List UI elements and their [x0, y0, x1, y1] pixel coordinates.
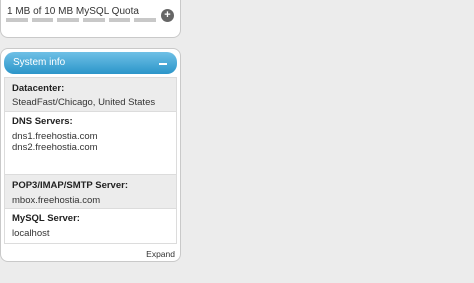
dns-servers-label: DNS Servers:	[12, 116, 73, 127]
mysql-quota-bar	[6, 18, 157, 22]
quota-bar-segment	[134, 18, 157, 22]
quota-bar-segment	[108, 18, 131, 22]
system-info-panel: System info Datacenter: SteadFast/Chicag…	[0, 48, 181, 262]
dns-server-2: dns2.freehostia.com	[12, 142, 98, 153]
mysql-quota-text: 1 MB of 10 MB MySQL Quota	[7, 6, 139, 17]
page: 1 MB of 10 MB MySQL Quota + System info …	[0, 0, 474, 283]
mail-server-row: POP3/IMAP/SMTP Server: mbox.freehostia.c…	[5, 175, 176, 209]
datacenter-value: SteadFast/Chicago, United States	[12, 97, 156, 108]
mysql-quota-panel: 1 MB of 10 MB MySQL Quota +	[0, 0, 181, 38]
system-info-header[interactable]: System info	[4, 52, 177, 74]
mysql-server-label: MySQL Server:	[12, 213, 80, 224]
datacenter-label: Datacenter:	[12, 83, 65, 94]
quota-bar-segment	[83, 18, 105, 22]
mysql-server-row: MySQL Server: localhost	[5, 209, 176, 243]
quota-bar-segment	[6, 18, 28, 22]
mail-server-value: mbox.freehostia.com	[12, 195, 101, 206]
quota-bar-segment	[31, 18, 54, 22]
expand-link[interactable]: Expand	[146, 249, 175, 259]
quota-bar-segment	[57, 18, 80, 22]
system-info-body: Datacenter: SteadFast/Chicago, United St…	[4, 77, 177, 244]
mysql-server-value: localhost	[12, 228, 50, 239]
collapse-minus-icon[interactable]	[159, 63, 167, 65]
mail-server-label: POP3/IMAP/SMTP Server:	[12, 180, 128, 191]
add-quota-plus-icon[interactable]: +	[161, 9, 174, 22]
dns-servers-row: DNS Servers: dns1.freehostia.com dns2.fr…	[5, 112, 176, 175]
dns-server-1: dns1.freehostia.com	[12, 131, 98, 142]
datacenter-row: Datacenter: SteadFast/Chicago, United St…	[5, 78, 176, 112]
system-info-title: System info	[13, 57, 66, 68]
